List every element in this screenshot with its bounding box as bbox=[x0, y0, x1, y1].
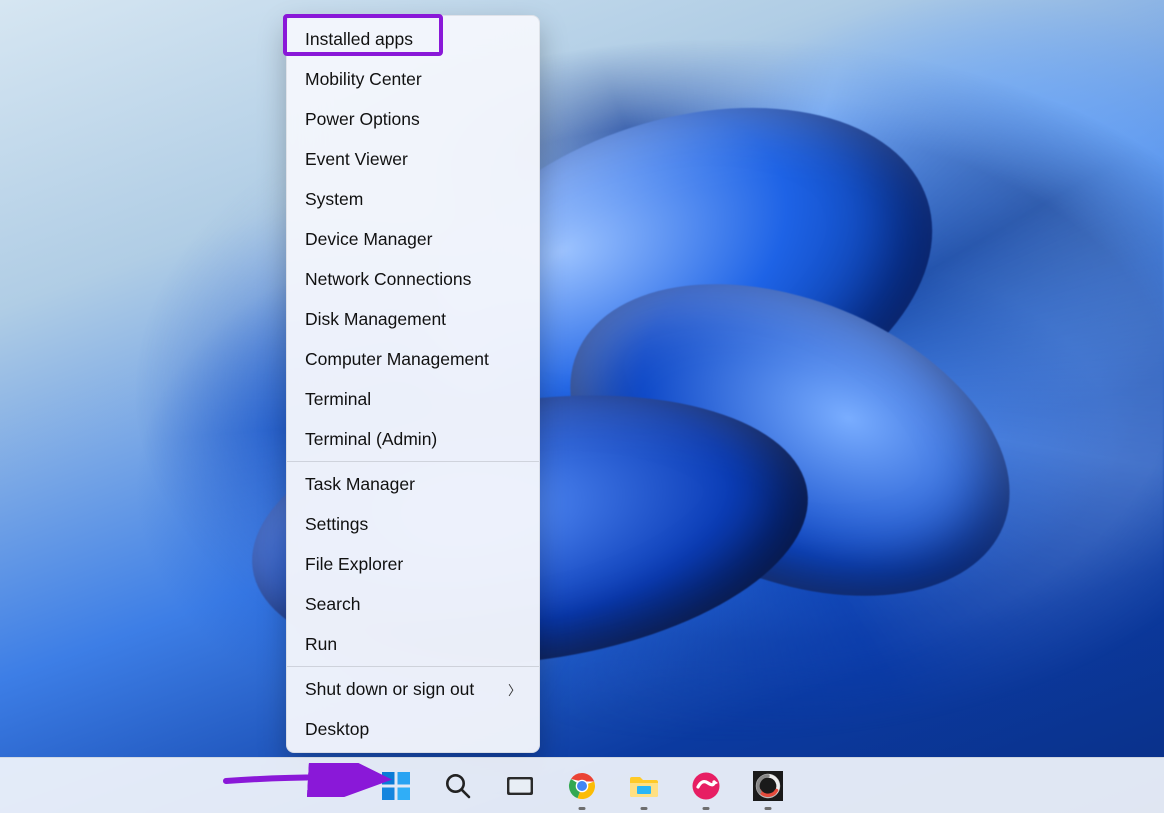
winx-context-menu[interactable]: Installed apps Mobility Center Power Opt… bbox=[286, 15, 540, 753]
menu-item-label: System bbox=[305, 189, 363, 210]
obs-icon bbox=[753, 771, 783, 801]
snagit-icon bbox=[691, 771, 721, 801]
menu-item-label: Task Manager bbox=[305, 474, 415, 495]
taskbar bbox=[0, 757, 1164, 813]
menu-item-mobility-center[interactable]: Mobility Center bbox=[287, 59, 539, 99]
file-explorer-button[interactable] bbox=[623, 765, 665, 807]
menu-item-system[interactable]: System bbox=[287, 179, 539, 219]
menu-item-label: Search bbox=[305, 594, 360, 615]
desktop-wallpaper: Installed apps Mobility Center Power Opt… bbox=[0, 0, 1164, 813]
menu-item-label: Disk Management bbox=[305, 309, 446, 330]
snagit-button[interactable] bbox=[685, 765, 727, 807]
menu-item-label: Computer Management bbox=[305, 349, 489, 370]
menu-item-network-connections[interactable]: Network Connections bbox=[287, 259, 539, 299]
chrome-icon bbox=[567, 771, 597, 801]
menu-item-desktop[interactable]: Desktop bbox=[287, 709, 539, 749]
start-button[interactable] bbox=[375, 765, 417, 807]
obs-button[interactable] bbox=[747, 765, 789, 807]
menu-item-settings[interactable]: Settings bbox=[287, 504, 539, 544]
menu-item-task-manager[interactable]: Task Manager bbox=[287, 464, 539, 504]
menu-item-power-options[interactable]: Power Options bbox=[287, 99, 539, 139]
menu-item-event-viewer[interactable]: Event Viewer bbox=[287, 139, 539, 179]
search-icon bbox=[443, 771, 473, 801]
menu-item-label: Event Viewer bbox=[305, 149, 408, 170]
menu-item-label: Run bbox=[305, 634, 337, 655]
menu-item-label: Shut down or sign out bbox=[305, 679, 474, 700]
menu-item-search[interactable]: Search bbox=[287, 584, 539, 624]
running-indicator bbox=[641, 807, 648, 810]
menu-item-installed-apps[interactable]: Installed apps bbox=[287, 19, 539, 59]
menu-item-label: Device Manager bbox=[305, 229, 432, 250]
running-indicator bbox=[765, 807, 772, 810]
menu-item-run[interactable]: Run bbox=[287, 624, 539, 664]
menu-item-label: Desktop bbox=[305, 719, 369, 740]
task-view-icon bbox=[505, 771, 535, 801]
menu-item-label: Terminal bbox=[305, 389, 371, 410]
chevron-right-icon: 〉 bbox=[508, 680, 521, 699]
menu-item-shut-down-or-sign-out[interactable]: Shut down or sign out 〉 bbox=[287, 669, 539, 709]
menu-item-label: Installed apps bbox=[305, 29, 413, 50]
menu-item-label: Power Options bbox=[305, 109, 420, 130]
menu-item-terminal-admin[interactable]: Terminal (Admin) bbox=[287, 419, 539, 459]
menu-item-computer-management[interactable]: Computer Management bbox=[287, 339, 539, 379]
menu-item-label: Terminal (Admin) bbox=[305, 429, 437, 450]
menu-item-label: Settings bbox=[305, 514, 368, 535]
menu-item-label: Network Connections bbox=[305, 269, 471, 290]
chrome-button[interactable] bbox=[561, 765, 603, 807]
windows-logo-icon bbox=[381, 771, 411, 801]
menu-item-device-manager[interactable]: Device Manager bbox=[287, 219, 539, 259]
task-view-button[interactable] bbox=[499, 765, 541, 807]
running-indicator bbox=[579, 807, 586, 810]
search-button[interactable] bbox=[437, 765, 479, 807]
folder-icon bbox=[628, 771, 660, 801]
menu-item-terminal[interactable]: Terminal bbox=[287, 379, 539, 419]
running-indicator bbox=[703, 807, 710, 810]
menu-item-disk-management[interactable]: Disk Management bbox=[287, 299, 539, 339]
menu-item-file-explorer[interactable]: File Explorer bbox=[287, 544, 539, 584]
menu-item-label: Mobility Center bbox=[305, 69, 422, 90]
menu-separator bbox=[287, 461, 539, 462]
menu-separator bbox=[287, 666, 539, 667]
menu-item-label: File Explorer bbox=[305, 554, 403, 575]
